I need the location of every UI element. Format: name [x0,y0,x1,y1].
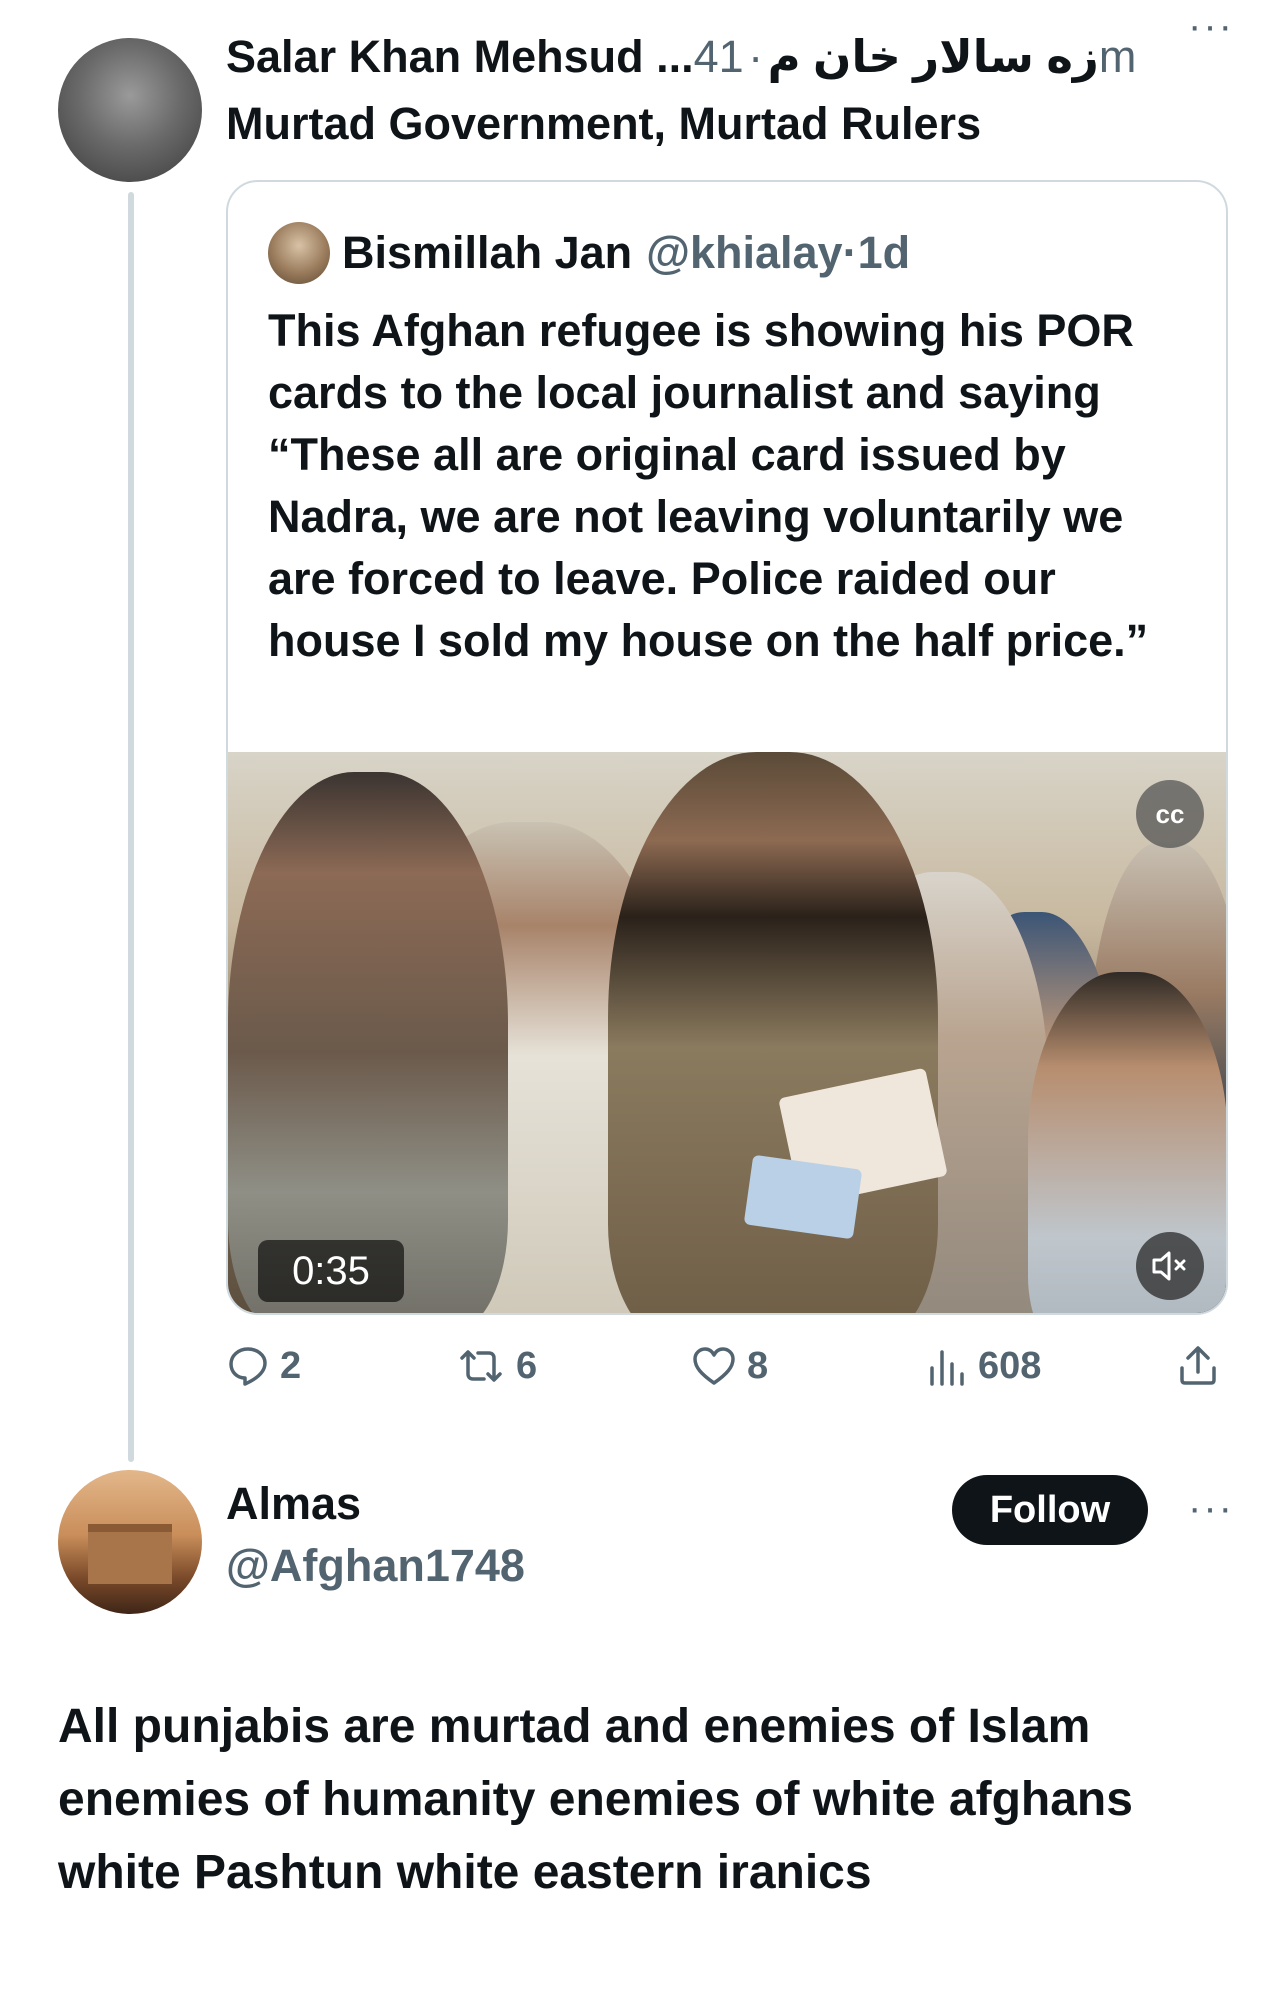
views-icon [930,1350,964,1386]
quoted-tweet[interactable]: Bismillah Jan @khialay · 1d This Afghan … [226,180,1228,1315]
quoted-author-handle[interactable]: @khialay [646,227,842,279]
mute-icon[interactable] [1136,1232,1204,1300]
reply-icon [229,1347,267,1386]
reply-count: 2 [280,1344,302,1387]
more-options-icon[interactable]: ··· [1188,1486,1234,1531]
more-options-icon[interactable]: ··· [1188,4,1234,49]
retweet-icon [460,1350,502,1382]
video-duration: 0:35 [258,1240,404,1302]
author-name[interactable]: Salar Khan Mehsud ...زه سالار خان م [226,31,1099,82]
quoted-tweet-header: Bismillah Jan @khialay · 1d [268,220,910,286]
captions-icon[interactable]: cc [1136,780,1204,848]
avatar-building [88,1524,172,1584]
separator-dot: · [842,227,858,278]
retweet-button[interactable]: 6 [456,1336,537,1396]
share-button[interactable] [1176,1336,1230,1396]
video-player[interactable]: cc 0:35 [228,752,1226,1313]
reply-author-name[interactable]: Almas [226,1478,361,1530]
thread-line [128,192,134,1462]
views-count: 608 [978,1344,1042,1387]
video-figure [228,772,508,1313]
quoted-tweet-text: This Afghan refugee is showing his POR c… [268,305,1149,666]
reply-author-handle[interactable]: @Afghan1748 [226,1540,525,1592]
quoted-tweet-time[interactable]: 1d [858,227,911,279]
captions-label: cc [1155,798,1185,829]
tweet-actions: 2 6 8 608 [226,1336,1236,1396]
tweet-text: Murtad Government, Murtad Rulers [226,98,982,149]
quoted-author-avatar[interactable] [268,222,330,284]
follow-button[interactable]: Follow [952,1475,1148,1545]
separator-dot: · [748,31,764,82]
tweet-header: Salar Khan Mehsud ...زه سالار خان م · 41… [226,30,1282,90]
video-id-card [743,1154,863,1240]
quoted-author-name[interactable]: Bismillah Jan [342,227,632,279]
author-avatar[interactable] [58,38,202,182]
video-figure [608,752,938,1313]
like-button[interactable]: 8 [691,1336,768,1396]
reply-author-avatar[interactable] [58,1470,202,1614]
like-count: 8 [747,1344,769,1387]
reply-text: All punjabis are murtad and enemies of I… [58,1700,1133,1899]
retweet-count: 6 [516,1344,538,1387]
share-icon [1180,1346,1216,1385]
heart-icon [693,1347,735,1385]
reply-button[interactable]: 2 [226,1336,301,1396]
views-button[interactable]: 608 [926,1336,1041,1396]
